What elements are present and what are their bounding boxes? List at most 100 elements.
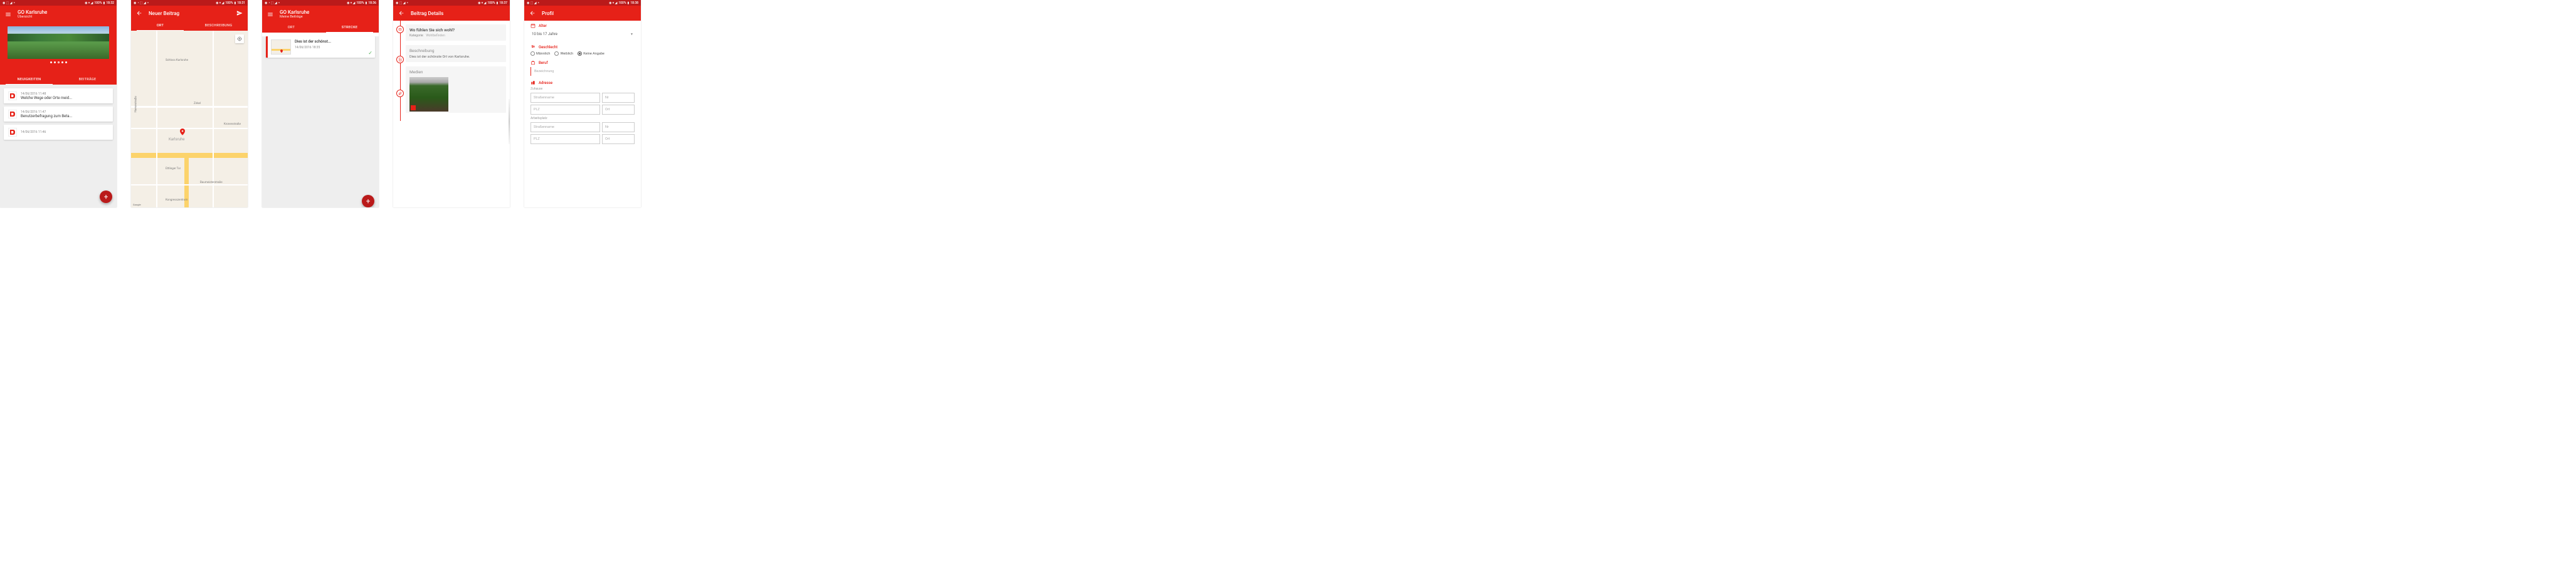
status-bar: ◉ ⬚ ◢ ⚬ ◉ ▾ ◢ 100% ▮ 18:37 bbox=[393, 0, 510, 6]
hamburger-icon[interactable] bbox=[5, 11, 11, 18]
check-icon: ✓ bbox=[368, 50, 372, 56]
back-icon[interactable] bbox=[398, 10, 404, 16]
status-bar: ◉ ◔ ⬚ ◢ ⚬ ◉ ▾ ◢ 100% ▮ 18:31 bbox=[131, 0, 248, 6]
status-bar: ◉ ◔ ⬚ ◢ ⚬ ◉ ▾ ◢ 100% ▮ 18:36 bbox=[262, 0, 379, 6]
radio-female[interactable]: Weiblich bbox=[554, 51, 573, 56]
status-right: ◉ ▾ ◢ 100% ▮ 18:32 bbox=[85, 1, 114, 5]
app-title: Profil bbox=[542, 11, 554, 16]
status-bar: ◉ ⬚ ◢ ⚬ ◉ ▾ ◢ 100% ▮ 18:38 bbox=[524, 0, 641, 6]
app-logo-icon bbox=[8, 91, 17, 100]
card-title: Welche Wege oder Orte meid... bbox=[21, 96, 108, 100]
work-street-input[interactable]: Straßenname bbox=[531, 122, 600, 132]
home-nr-input[interactable]: Nr bbox=[602, 93, 635, 103]
map-label: Zirkel bbox=[194, 102, 201, 105]
home-street-input[interactable]: Straßenname bbox=[531, 93, 600, 103]
app-bar: Neuer Beitrag bbox=[131, 6, 248, 21]
media-thumbnail[interactable] bbox=[409, 77, 448, 112]
tab-beitraege[interactable]: BEITRÄGE bbox=[58, 75, 117, 85]
map-label: Kronenstraße bbox=[224, 123, 241, 126]
app-title: Beitrag Details bbox=[411, 11, 443, 16]
back-icon[interactable] bbox=[136, 10, 142, 16]
status-left-icons: ◉ ⬚ ◢ ⚬ bbox=[3, 1, 16, 5]
gender-header: Geschlecht bbox=[531, 44, 635, 50]
news-card[interactable]: 14/06/2016 11:47 Benutzerbefragung zum B… bbox=[4, 107, 113, 122]
work-nr-input[interactable]: Nr bbox=[602, 122, 635, 132]
google-logo: Google bbox=[133, 203, 141, 206]
work-ort-input[interactable]: Ort bbox=[602, 134, 635, 144]
post-title: Dies ist der schönst... bbox=[295, 39, 372, 44]
carousel-dots[interactable] bbox=[8, 59, 109, 63]
tab-ort[interactable]: ORT bbox=[131, 21, 189, 31]
hamburger-icon[interactable] bbox=[267, 11, 273, 18]
address-header: Adresse bbox=[531, 80, 635, 85]
app-subtitle: Übersicht bbox=[18, 15, 112, 19]
map-label: Schloss Karlsruhe bbox=[166, 59, 188, 62]
question-icon bbox=[396, 26, 404, 33]
work-plz-input[interactable]: PLZ bbox=[531, 134, 600, 144]
gender-radios: Männlich Weiblich Keine Angabe bbox=[531, 51, 635, 56]
app-bar: GO Karlsruhe Meine Beiträge bbox=[262, 6, 379, 23]
job-input[interactable]: Bezeichnung bbox=[531, 67, 635, 76]
app-bar: Profil bbox=[524, 6, 641, 21]
desc-text: Dies ist der schönste Ort von Karlsruhe. bbox=[409, 55, 502, 59]
card-date: 14/06/2016 11:46 bbox=[21, 130, 108, 134]
tab-neuigkeiten[interactable]: NEUIGKEITEN bbox=[0, 75, 58, 85]
phone-my-posts: ◉ ◔ ⬚ ◢ ⚬ ◉ ▾ ◢ 100% ▮ 18:36 GO Karlsruh… bbox=[262, 0, 379, 207]
mini-map-thumb bbox=[271, 39, 291, 55]
news-card[interactable]: 14/06/2016 11:46 bbox=[4, 125, 113, 140]
fab-add[interactable]: + bbox=[100, 190, 112, 203]
attachment-icon bbox=[396, 90, 404, 97]
app-title: GO Karlsruhe bbox=[18, 9, 112, 15]
job-header: Beruf bbox=[531, 60, 635, 65]
app-bar: GO Karlsruhe Übersicht NEUIGKEITEN BEITR… bbox=[0, 6, 117, 85]
tabs: NEUIGKEITEN BEITRÄGE bbox=[0, 75, 117, 85]
desc-label: Beschreibung bbox=[409, 48, 502, 53]
work-label: Arbeitsplatz bbox=[531, 117, 635, 120]
post-card[interactable]: Dies ist der schönst... 14/06/2016 18:35… bbox=[266, 36, 375, 58]
radio-male[interactable]: Männlich bbox=[531, 51, 550, 56]
tabs: ORT STRECKE bbox=[262, 23, 379, 33]
send-icon[interactable] bbox=[236, 10, 243, 16]
home-label: Zuhause bbox=[531, 87, 635, 91]
status-bar: ◉ ⬚ ◢ ⚬ ◉ ▾ ◢ 100% ▮ 18:32 bbox=[0, 0, 117, 6]
scrollbar[interactable] bbox=[509, 99, 510, 144]
phone-profile: ◉ ⬚ ◢ ⚬ ◉ ▾ ◢ 100% ▮ 18:38 Profil Alter … bbox=[524, 0, 641, 207]
media-card: Medien bbox=[406, 66, 506, 113]
home-plz-input[interactable]: PLZ bbox=[531, 105, 600, 115]
map-label: Kongresszentrum bbox=[166, 199, 187, 202]
profile-form: Alter 10 bis 17 Jahre▼ Geschlecht Männli… bbox=[524, 21, 641, 207]
map-label: Ettlinger Tor bbox=[166, 167, 181, 170]
carousel-image[interactable] bbox=[8, 26, 109, 59]
chevron-down-icon: ▼ bbox=[630, 33, 633, 36]
news-card[interactable]: 14/06/2016 11:48 Welche Wege oder Orte m… bbox=[4, 88, 113, 103]
phone-details: ◉ ⬚ ◢ ⚬ ◉ ▾ ◢ 100% ▮ 18:37 Beitrag Detai… bbox=[393, 0, 510, 207]
map[interactable]: Schloss Karlsruhe Zirkel Herrenstraße Kr… bbox=[131, 31, 248, 207]
tab-beschreibung[interactable]: BESCHREIBUNG bbox=[189, 21, 248, 31]
home-ort-input[interactable]: Ort bbox=[602, 105, 635, 115]
phone-overview: ◉ ⬚ ◢ ⚬ ◉ ▾ ◢ 100% ▮ 18:32 GO Karlsruhe … bbox=[0, 0, 117, 207]
description-icon bbox=[396, 56, 404, 63]
fab-add[interactable]: + bbox=[362, 195, 374, 207]
app-subtitle: Meine Beiträge bbox=[280, 15, 374, 19]
map-pin-icon[interactable] bbox=[180, 126, 185, 133]
age-dropdown[interactable]: 10 bis 17 Jahre▼ bbox=[531, 30, 635, 40]
radio-none[interactable]: Keine Angabe bbox=[578, 51, 604, 56]
age-header: Alter bbox=[531, 23, 635, 28]
question-card: Wo fühlen Sie sich wohl? Kategorie: Wohl… bbox=[406, 24, 506, 41]
back-icon[interactable] bbox=[529, 10, 536, 16]
app-title: GO Karlsruhe bbox=[280, 9, 374, 15]
app-bar: Beitrag Details bbox=[393, 6, 510, 21]
tab-ort[interactable]: ORT bbox=[262, 23, 320, 33]
tab-strecke[interactable]: STRECKE bbox=[320, 23, 379, 33]
phone-new-post: ◉ ◔ ⬚ ◢ ⚬ ◉ ▾ ◢ 100% ▮ 18:31 Neuer Beitr… bbox=[131, 0, 248, 207]
map-label: Herrenstraße bbox=[135, 96, 138, 112]
app-logo-icon bbox=[8, 128, 17, 137]
map-label-city: Karlsruhe bbox=[169, 137, 184, 142]
media-label: Medien bbox=[409, 70, 502, 75]
locate-button[interactable] bbox=[235, 34, 244, 43]
tabs: ORT BESCHREIBUNG bbox=[131, 21, 248, 31]
question-text: Wo fühlen Sie sich wohl? bbox=[409, 28, 502, 33]
map-label: Baumeisterstraße bbox=[200, 181, 223, 184]
post-date: 14/06/2016 18:35 bbox=[295, 46, 372, 50]
app-title: Neuer Beitrag bbox=[149, 11, 230, 16]
